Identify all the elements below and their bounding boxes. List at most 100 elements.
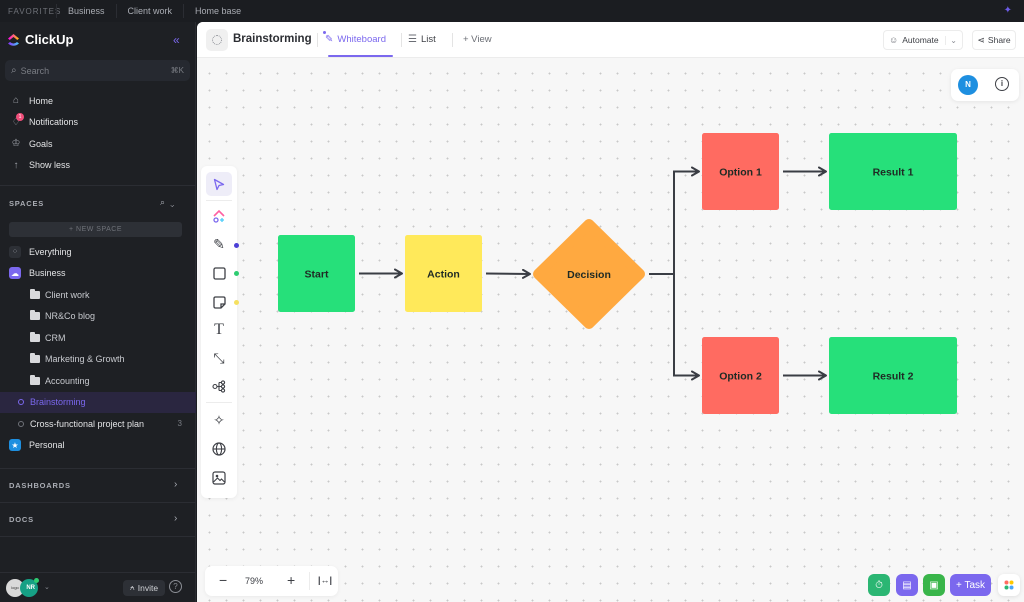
clickup-logo[interactable]: ClickUp (7, 32, 73, 47)
pen-tool[interactable]: ✎ (206, 232, 232, 256)
sticky-note-tool[interactable] (206, 290, 232, 314)
pen-color-dot[interactable] (234, 243, 239, 248)
tree-item-business[interactable]: ☁ Business (0, 263, 196, 285)
fit-to-screen-button[interactable]: |↔| (318, 575, 332, 585)
favorite-client-work[interactable]: Client work (115, 4, 184, 18)
tree-item-label: CRM (45, 332, 66, 343)
add-view-button[interactable]: + View (463, 34, 492, 45)
favorite-home-base[interactable]: Home base (183, 4, 252, 18)
search-input[interactable]: ⌕ Search ⌘K (5, 60, 190, 81)
divider (206, 402, 232, 403)
view-header: Brainstorming ✎ Whiteboard ☰ List + View… (197, 22, 1024, 58)
node-decision[interactable]: Decision (533, 219, 645, 329)
embed-web-tool[interactable] (206, 437, 232, 461)
node-label: Start (305, 269, 329, 281)
share-button[interactable]: ⋖ Share (972, 30, 1016, 50)
tree-item-accounting[interactable]: Accounting (0, 370, 196, 392)
node-action[interactable]: Action (405, 235, 482, 312)
mind-map-tool[interactable] (206, 374, 232, 398)
timer-button[interactable]: ⏱ (868, 574, 890, 596)
tab-list[interactable]: ☰ List (408, 34, 436, 45)
docs-section[interactable]: DOCS › (0, 503, 196, 536)
tree-item-cross-functional-project-plan[interactable]: Cross-functional project plan 3 (0, 413, 196, 435)
tree-item-label: Client work (45, 289, 90, 300)
apps-grid-icon (1004, 580, 1014, 590)
tree-item-nrco-blog[interactable]: NR&Co blog (0, 306, 196, 328)
divider (401, 33, 402, 47)
tree-item-crm[interactable]: CRM (0, 327, 196, 349)
node-res2[interactable]: Result 2 (829, 337, 957, 414)
tree-item-marketing-growth[interactable]: Marketing & Growth (0, 349, 196, 371)
ai-create-tool[interactable] (206, 204, 232, 228)
connector-decision-to-opt1[interactable] (649, 166, 700, 275)
chevron-down-icon[interactable]: ⌄ (170, 197, 174, 207)
list-status-icon[interactable] (206, 29, 228, 51)
pin-icon[interactable]: ✦ (1004, 5, 1012, 16)
shape-tool[interactable] (206, 261, 232, 285)
help-circle-icon[interactable]: ? (169, 580, 182, 593)
tree-item-brainstorming[interactable]: Brainstorming (0, 391, 196, 413)
node-opt2[interactable]: Option 2 (702, 337, 779, 414)
notepad-button[interactable]: ▤ (896, 574, 918, 596)
select-tool[interactable] (206, 172, 232, 196)
sidebar-item-label: Notifications (29, 117, 79, 128)
sidebar-item-show-less[interactable]: ↑ Show less (0, 155, 196, 177)
apps-button[interactable] (998, 574, 1020, 596)
node-opt1[interactable]: Option 1 (702, 133, 779, 210)
chevron-down-icon[interactable]: ⌄ (44, 583, 50, 591)
share-icon: ⋖ (977, 34, 985, 45)
search-shortcut: ⌘K (170, 66, 184, 75)
tree-item-label: Marketing & Growth (45, 354, 125, 365)
magic-tool[interactable]: ✧ (206, 408, 232, 432)
shape-color-dot[interactable] (234, 271, 239, 276)
image-icon (212, 471, 226, 485)
sidebar-item-goals[interactable]: ♔ Goals (0, 133, 196, 155)
info-icon[interactable]: i (995, 77, 1009, 91)
ai-sparkle-icon (213, 209, 225, 223)
node-label: Decision (567, 269, 611, 281)
tree-item-everything[interactable]: ⁘ Everything (0, 241, 196, 263)
image-tool[interactable] (206, 466, 232, 490)
node-start[interactable]: Start (278, 235, 355, 312)
sidebar-item-home[interactable]: ⌂ Home (0, 90, 196, 112)
add-user-icon: ⍲ (129, 583, 135, 592)
chevron-down-icon[interactable]: ⌄ (945, 35, 957, 45)
zoom-out-button[interactable]: − (219, 572, 227, 588)
new-space-button[interactable]: + NEW SPACE (9, 222, 182, 237)
user-avatar[interactable]: N (958, 75, 978, 95)
tree-item-personal[interactable]: ★ Personal (0, 435, 196, 457)
brand-name: ClickUp (25, 32, 74, 47)
task-count: 3 (177, 419, 182, 429)
zoom-in-button[interactable]: + (287, 572, 295, 588)
double-chevron-left-icon[interactable]: « (173, 33, 180, 47)
favorite-business[interactable]: Business (56, 4, 116, 18)
connector-tool[interactable]: ⤡ (206, 346, 232, 370)
connector-icon: ⤡ (213, 349, 225, 366)
node-res1[interactable]: Result 1 (829, 133, 957, 210)
automate-button[interactable]: ☺ Automate ⌄ (883, 30, 963, 50)
zoom-level: 79% (245, 576, 264, 586)
search-icon[interactable]: ⌕ (160, 197, 165, 207)
flowchart-diagram: Start Action Decision Option 1 Option 2 Resul… (278, 133, 957, 414)
text-tool[interactable]: T (206, 318, 232, 342)
whiteboard-icon: ✎ (325, 34, 334, 45)
calendar-button[interactable]: ▣ (923, 574, 945, 596)
add-task-button[interactable]: + Task (950, 574, 991, 596)
connector-action-to-decision[interactable] (485, 268, 531, 279)
whiteboard-canvas[interactable]: Start Action Decision Option 1 Option 2 Resul… (197, 59, 1024, 602)
tree-item-client-work[interactable]: Client work (0, 284, 196, 306)
sidebar-item-label: Home (29, 95, 54, 106)
sidebar-item-notifications[interactable]: ♢ 1 Notifications (0, 112, 196, 134)
invite-button[interactable]: ⍲ Invite (123, 580, 165, 596)
connector-decision-to-opt2[interactable] (649, 273, 700, 381)
tree-item-label: Everything (29, 246, 72, 257)
sticky-color-dot[interactable] (234, 300, 239, 305)
dashboards-label: DASHBOARDS (9, 481, 71, 490)
sidebar-nav: ⌂ Home ♢ 1 Notifications ♔ Goals ↑ Show … (0, 90, 196, 176)
presence-panel: N i (951, 69, 1019, 101)
grid-icon: ⁘ (9, 245, 21, 258)
sidebar-item-label: Goals (29, 138, 53, 149)
sidebar-item-label: Show less (29, 160, 71, 171)
dashboards-section[interactable]: DASHBOARDS › (0, 469, 196, 502)
tab-whiteboard[interactable]: ✎ Whiteboard (325, 34, 386, 45)
